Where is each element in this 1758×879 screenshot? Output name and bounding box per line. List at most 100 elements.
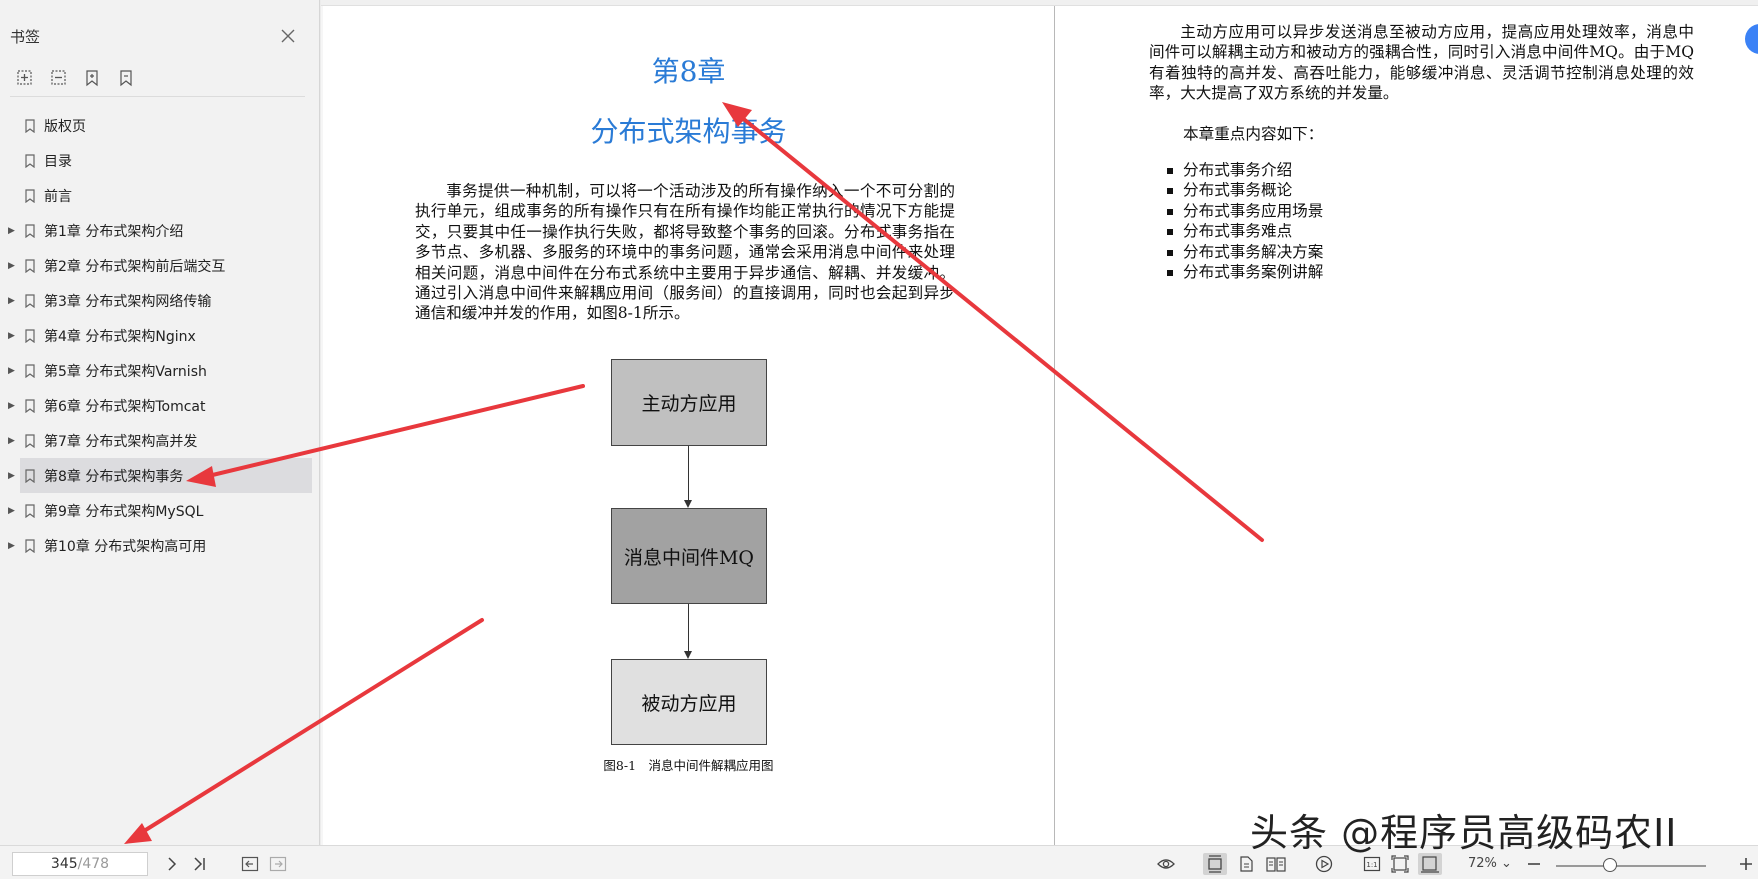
bookmark-label: 第5章 分布式架构Varnish <box>44 363 207 380</box>
play-icon[interactable] <box>1314 854 1334 874</box>
bookmark-item[interactable]: ▶ 第9章 分布式架构MySQL <box>0 493 320 528</box>
next-page-icon[interactable] <box>162 854 182 874</box>
back-icon[interactable] <box>240 854 260 874</box>
page-left: 第8章 分布式架构事务 事务提供一种机制，可以将一个活动涉及的所有操作纳入一个不… <box>323 6 1054 846</box>
pdf-reader-window: 书签 ▶版权页▶目录▶前言▶第1章 分布式架构介绍▶第2章 分布式架构前 <box>0 0 1758 879</box>
total-pages: /478 <box>77 856 110 872</box>
zoom-dropdown[interactable]: 72% ⌄ <box>1468 856 1512 871</box>
flow-arrow <box>688 604 689 653</box>
bookmark-label: 第6章 分布式架构Tomcat <box>44 398 206 415</box>
bookmark-label: 第8章 分布式架构事务 <box>44 468 184 485</box>
close-icon[interactable] <box>278 26 298 46</box>
expand-caret-icon[interactable]: ▶ <box>8 471 20 481</box>
bookmark-label: 第1章 分布式架构介绍 <box>44 223 184 240</box>
zoom-out-icon[interactable] <box>1524 854 1544 874</box>
bookmark-icon <box>25 538 35 553</box>
bookmark-item[interactable]: ▶ 第6章 分布式架构Tomcat <box>0 388 320 423</box>
bookmark-label: 第9章 分布式架构MySQL <box>44 503 204 520</box>
bookmark-icon <box>25 433 35 448</box>
add-bookmark-icon[interactable] <box>82 68 102 88</box>
fit-page-icon[interactable] <box>1390 854 1410 874</box>
flow-arrow-head <box>684 651 692 659</box>
two-page-view-icon[interactable] <box>1264 854 1288 874</box>
eye-icon[interactable] <box>1156 854 1176 874</box>
key-points-heading: 本章重点内容如下： <box>1183 125 1324 143</box>
continuous-view-icon[interactable] <box>1236 854 1256 874</box>
current-page: 345 <box>50 856 78 872</box>
sidebar-title: 书签 <box>10 28 41 46</box>
single-page-view-icon[interactable] <box>1203 853 1227 875</box>
key-point-item: 分布式事务介绍 <box>1166 160 1323 180</box>
bookmark-item[interactable]: ▶目录 <box>0 143 320 178</box>
intro-paragraph: 事务提供一种机制，可以将一个活动涉及的所有操作纳入一个不可分割的执行单元，组成事… <box>415 182 955 323</box>
bookmark-icon <box>25 118 35 133</box>
expand-all-icon[interactable] <box>14 68 34 88</box>
bookmark-item[interactable]: ▶ 第2章 分布式架构前后端交互 <box>0 248 320 283</box>
bookmark-icon <box>25 328 35 343</box>
expand-caret-icon[interactable]: ▶ <box>8 436 20 446</box>
flow-arrow-head <box>684 500 692 508</box>
bookmark-label: 第3章 分布式架构网络传输 <box>44 293 212 310</box>
last-page-icon[interactable] <box>190 854 210 874</box>
bookmark-label: 第7章 分布式架构高并发 <box>44 433 198 450</box>
page-number-input[interactable]: 345/478 <box>12 852 148 876</box>
expand-caret-icon[interactable]: ▶ <box>8 261 20 271</box>
zoom-value: 72% <box>1468 856 1497 871</box>
flow-box-receiver: 被动方应用 <box>611 659 767 745</box>
chapter-title: 分布式架构事务 <box>590 115 787 148</box>
flow-arrow <box>688 446 689 502</box>
bookmark-item[interactable]: ▶ 第5章 分布式架构Varnish <box>0 353 320 388</box>
bookmark-item[interactable]: ▶ 第1章 分布式架构介绍 <box>0 213 320 248</box>
bookmark-list: ▶版权页▶目录▶前言▶第1章 分布式架构介绍▶第2章 分布式架构前后端交互▶第3… <box>0 108 320 563</box>
bookmark-item[interactable]: ▶ 第7章 分布式架构高并发 <box>0 423 320 458</box>
bookmark-label: 前言 <box>44 188 72 205</box>
key-point-item: 分布式事务解决方案 <box>1166 242 1324 261</box>
key-points-list: 分布式事务介绍 分布式事务概论 分布式事务应用场景 分布式事务难点 分布式事务解决方案分… <box>1166 160 1324 282</box>
bookmark-icon <box>25 468 35 483</box>
flow-box-mq: 消息中间件MQ <box>611 508 767 604</box>
sidebar-divider <box>10 96 305 97</box>
bookmark-label: 第10章 分布式架构高可用 <box>44 538 207 555</box>
bookmark-label: 第2章 分布式架构前后端交互 <box>44 258 226 275</box>
sidebar-toolbar <box>14 68 136 88</box>
watermark: 头条 @程序员高级码农II <box>1250 811 1678 855</box>
svg-text:1:1: 1:1 <box>1366 861 1377 869</box>
key-point-item: 分布式事务应用场景 <box>1166 201 1324 220</box>
expand-caret-icon[interactable]: ▶ <box>8 226 20 236</box>
bookmark-icon <box>25 223 35 238</box>
zoom-in-icon[interactable] <box>1736 854 1756 874</box>
zoom-slider[interactable] <box>1556 865 1706 867</box>
remove-bookmark-icon[interactable] <box>116 68 136 88</box>
bookmark-item[interactable]: ▶ 第10章 分布式架构高可用 <box>0 528 320 563</box>
expand-caret-icon[interactable]: ▶ <box>8 331 20 341</box>
bookmark-label: 第4章 分布式架构Nginx <box>44 328 196 345</box>
bookmark-item[interactable]: ▶ 第4章 分布式架构Nginx <box>0 318 320 353</box>
key-point-item: 分布式事务概论 <box>1166 180 1323 200</box>
right-paragraph: 主动方应用可以异步发送消息至被动方应用，提高应用处理效率，消息中间件可以解耦主动… <box>1149 23 1694 103</box>
expand-caret-icon[interactable]: ▶ <box>8 506 20 516</box>
collapse-all-icon[interactable] <box>48 68 68 88</box>
bookmark-label: 目录 <box>44 153 72 170</box>
expand-caret-icon[interactable]: ▶ <box>8 401 20 411</box>
bookmark-item[interactable]: ▶版权页 <box>0 108 320 143</box>
zoom-slider-handle[interactable] <box>1603 858 1617 872</box>
expand-caret-icon[interactable]: ▶ <box>8 296 20 306</box>
forward-icon[interactable] <box>268 854 288 874</box>
expand-caret-icon[interactable]: ▶ <box>8 541 20 551</box>
bookmark-item[interactable]: ▶ 第8章 分布式架构事务 <box>8 458 312 493</box>
bookmark-item[interactable]: ▶前言 <box>0 178 320 213</box>
bookmark-icon <box>25 503 35 518</box>
key-point-item: 分布式事务案例讲解 <box>1166 262 1324 281</box>
flow-box-initiator: 主动方应用 <box>611 359 767 446</box>
bookmark-icon <box>25 188 35 203</box>
figure-caption: 图8-1 消息中间件解耦应用图 <box>603 758 774 773</box>
bookmark-label: 版权页 <box>44 118 86 135</box>
bookmark-item[interactable]: ▶ 第3章 分布式架构网络传输 <box>0 283 320 318</box>
bookmark-icon <box>25 398 35 413</box>
document-view[interactable]: 第8章 分布式架构事务 事务提供一种机制，可以将一个活动涉及的所有操作纳入一个不… <box>321 0 1758 846</box>
key-point-item: 分布式事务难点 <box>1166 221 1323 241</box>
actual-size-icon[interactable]: 1:1 <box>1362 854 1382 874</box>
chapter-number: 第8章 <box>651 55 726 88</box>
expand-caret-icon[interactable]: ▶ <box>8 366 20 376</box>
bookmark-icon <box>25 258 35 273</box>
